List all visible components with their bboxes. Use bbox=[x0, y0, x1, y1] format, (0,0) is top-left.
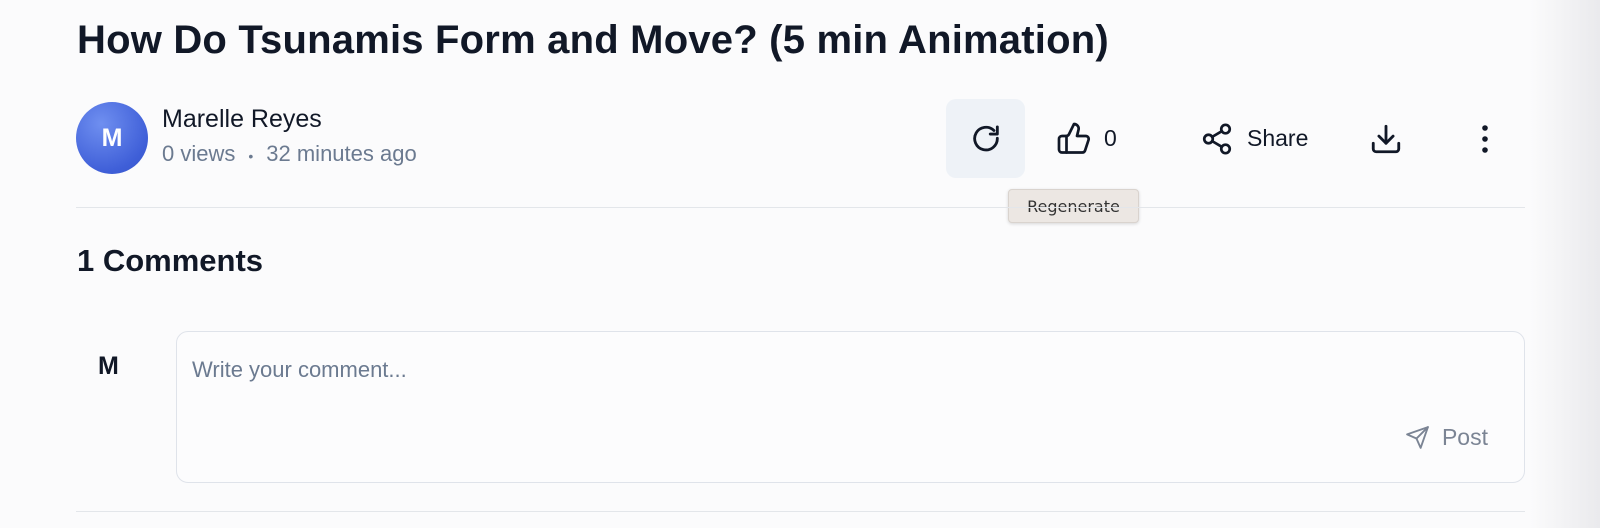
share-label: Share bbox=[1247, 125, 1309, 151]
author-avatar[interactable]: M bbox=[76, 102, 148, 174]
regenerate-tooltip: Regenerate bbox=[1008, 189, 1139, 223]
download-icon bbox=[1369, 122, 1403, 156]
stats-separator: • bbox=[248, 147, 254, 164]
video-stats: 0 views • 32 minutes ago bbox=[162, 136, 417, 173]
post-button[interactable]: Post bbox=[1405, 424, 1488, 451]
author-name[interactable]: Marelle Reyes bbox=[162, 102, 417, 136]
divider bbox=[76, 207, 1525, 208]
commenter-avatar: M bbox=[98, 352, 119, 380]
share-button[interactable]: Share bbox=[1200, 99, 1330, 178]
vertical-dots-icon bbox=[1481, 124, 1489, 154]
posted-time: 32 minutes ago bbox=[266, 141, 417, 167]
comments-heading: 1 Comments bbox=[77, 243, 264, 278]
author-row: M Marelle Reyes 0 views • 32 minutes ago bbox=[76, 102, 417, 174]
thumbs-up-icon bbox=[1056, 121, 1092, 157]
comment-box: Post bbox=[176, 331, 1525, 483]
share-icon bbox=[1200, 122, 1234, 156]
refresh-icon bbox=[969, 122, 1003, 156]
author-meta: Marelle Reyes 0 views • 32 minutes ago bbox=[162, 102, 417, 173]
post-label: Post bbox=[1441, 424, 1488, 450]
video-details-page: How Do Tsunamis Form and Move? (5 min An… bbox=[0, 0, 1600, 528]
regenerate-button[interactable] bbox=[946, 99, 1025, 178]
view-count: 0 views bbox=[162, 141, 236, 167]
edge-shadow bbox=[1530, 0, 1600, 528]
like-count: 0 bbox=[1104, 125, 1117, 151]
comment-input[interactable] bbox=[192, 350, 1492, 390]
divider bbox=[76, 511, 1525, 512]
like-button[interactable]: 0 bbox=[1056, 99, 1146, 178]
send-icon bbox=[1405, 425, 1430, 450]
more-options-button[interactable] bbox=[1466, 99, 1504, 178]
download-button[interactable] bbox=[1366, 99, 1406, 178]
video-title: How Do Tsunamis Form and Move? (5 min An… bbox=[77, 18, 1109, 62]
